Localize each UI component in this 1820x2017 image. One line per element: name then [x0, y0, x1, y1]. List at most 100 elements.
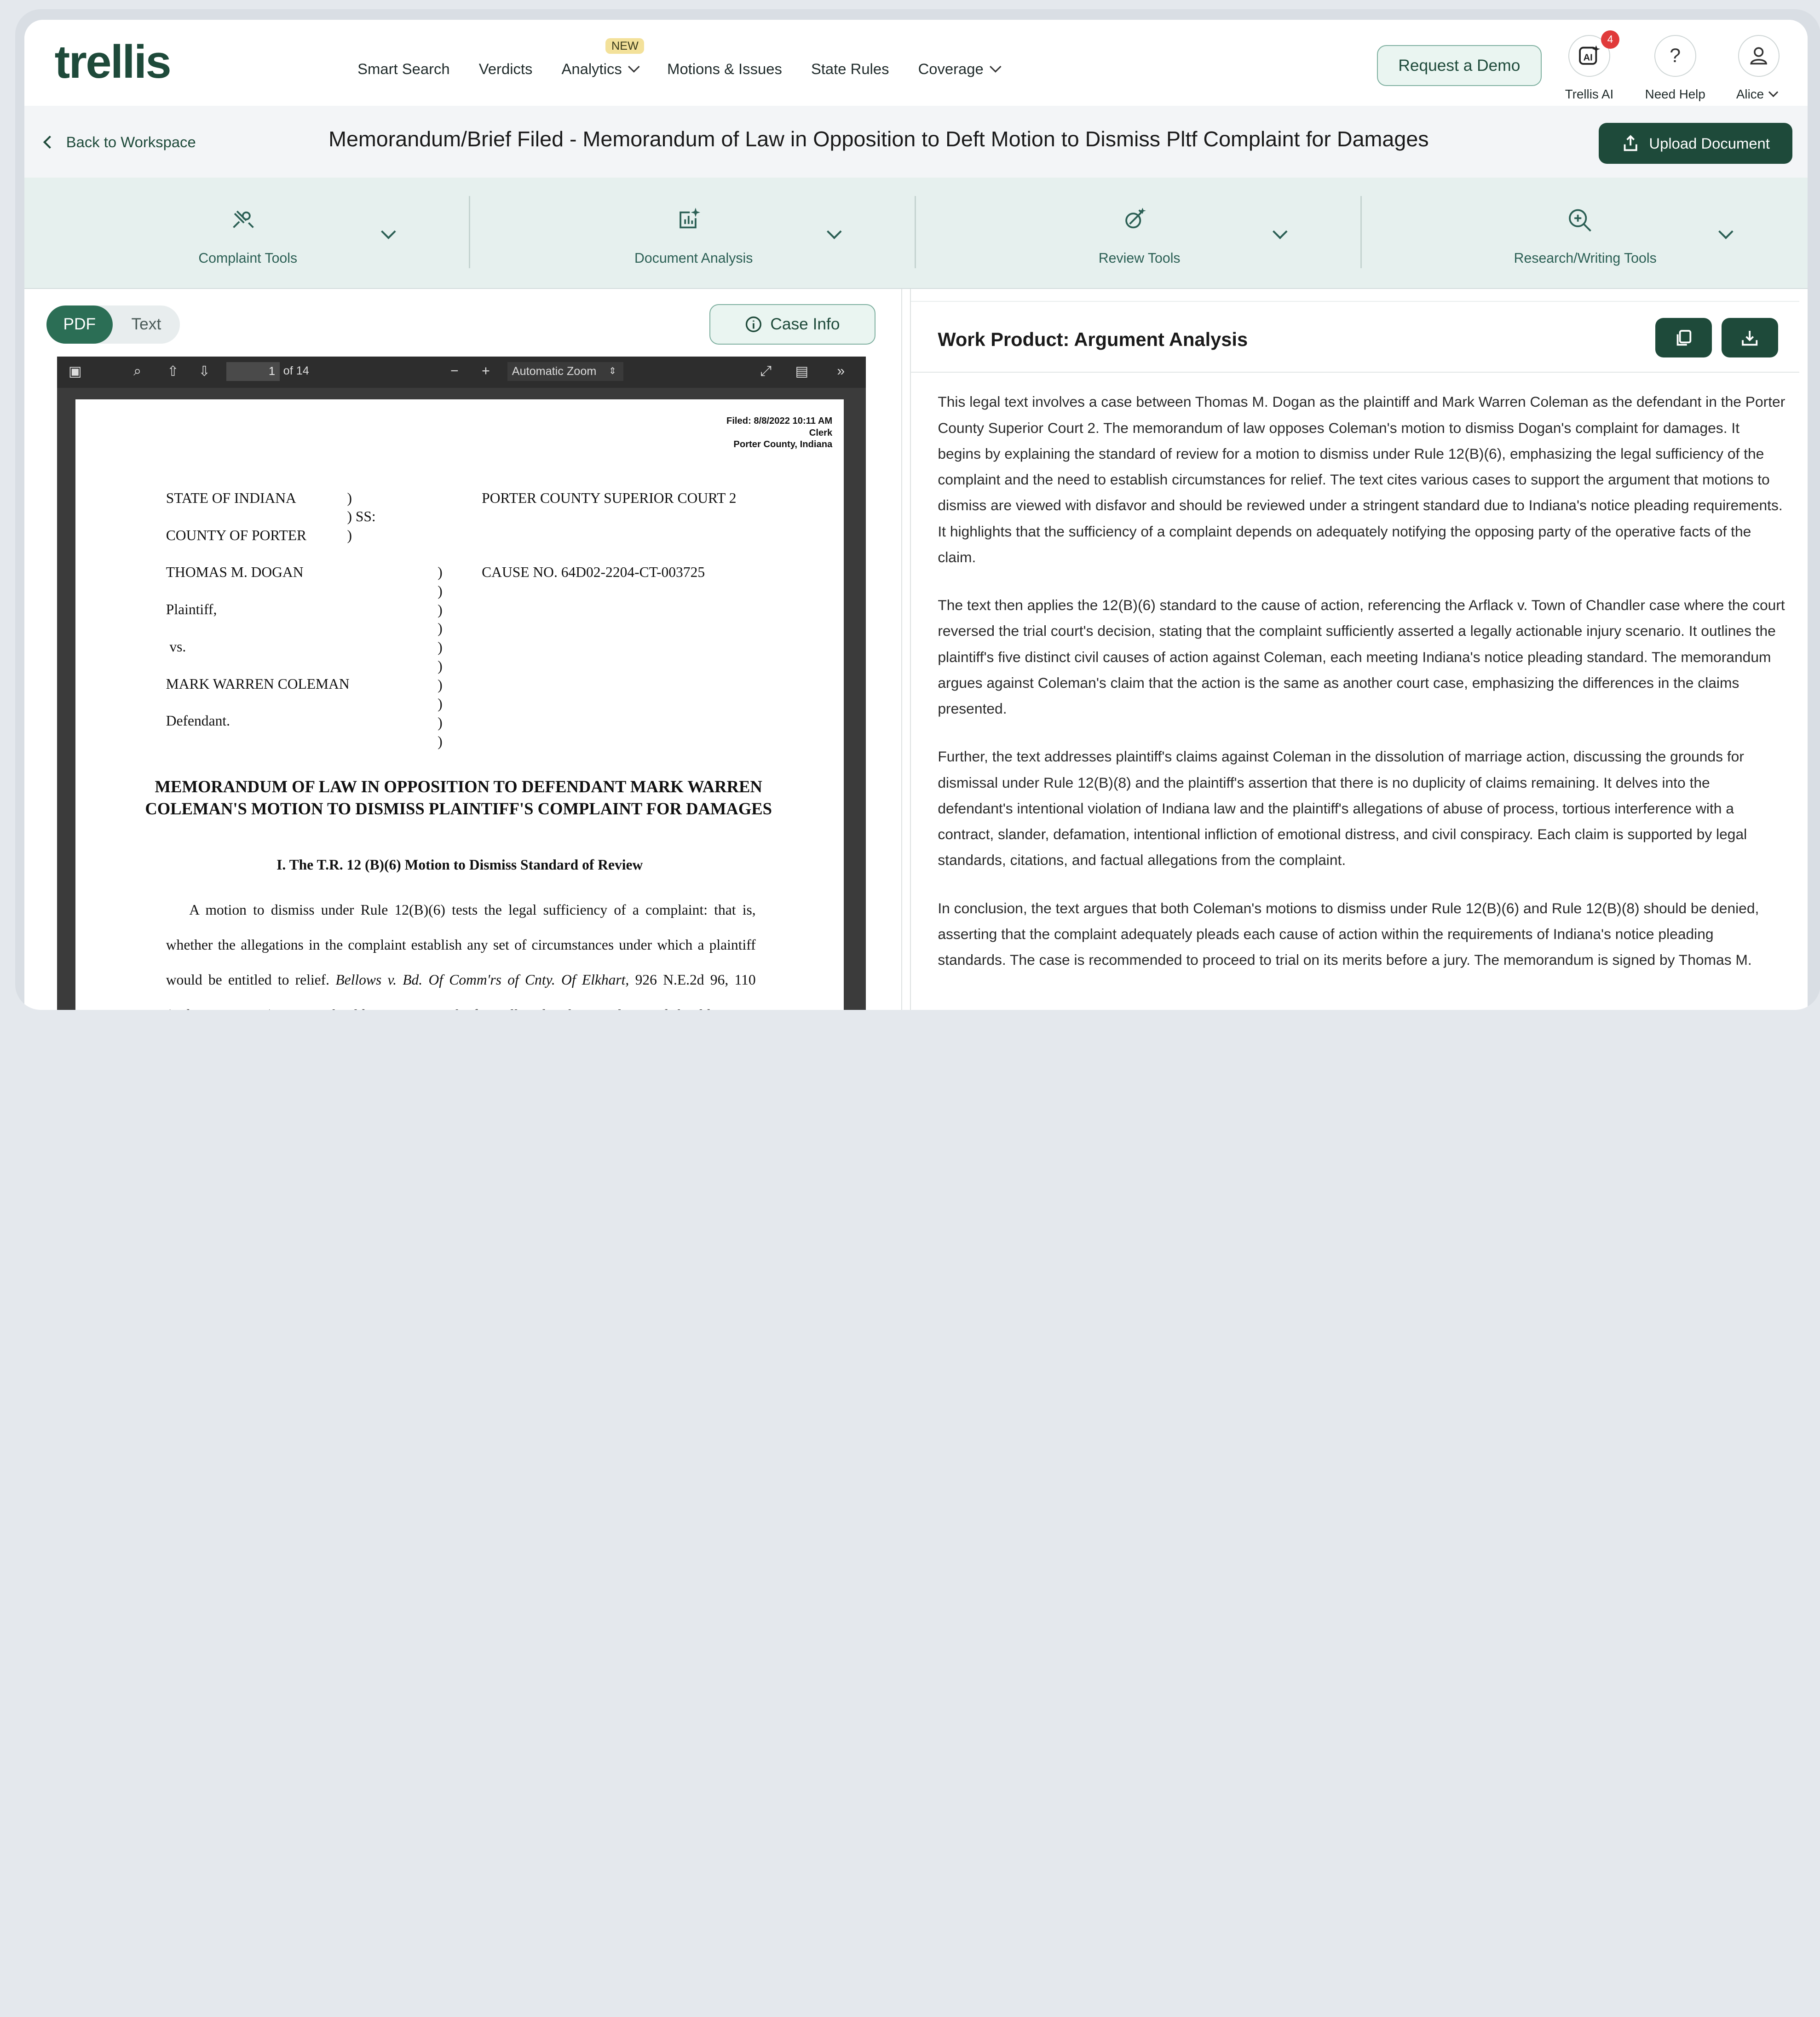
text-tab[interactable]: Text [113, 305, 180, 344]
memorandum-paragraph: A motion to dismiss under Rule 12(B)(6) … [166, 893, 756, 1010]
nav-smart-search[interactable]: Smart Search [357, 60, 450, 78]
tool-label: Document Analysis [634, 251, 753, 266]
page-title: Memorandum/Brief Filed - Memorandum of L… [328, 127, 1429, 151]
nav-label: Smart Search [357, 60, 450, 78]
complaint-tools-icon [232, 210, 254, 228]
zoom-in-icon[interactable]: + [482, 363, 490, 379]
case-info-button[interactable]: Case Info [709, 304, 875, 345]
nav-coverage[interactable]: Coverage [918, 60, 1002, 78]
defendant-name: MARK WARREN COLEMAN [166, 675, 350, 692]
versus: vs. [169, 638, 186, 655]
help-button[interactable]: ? [1654, 35, 1696, 77]
nav-label: Coverage [918, 60, 984, 78]
zoom-out-icon[interactable]: − [450, 363, 459, 379]
more-tools-icon[interactable]: » [837, 363, 845, 379]
court-line: PORTER COUNTY SUPERIOR COURT 2 [482, 490, 737, 506]
document-analysis-icon [679, 207, 700, 229]
chevron-down-icon [380, 224, 396, 239]
back-to-workspace-link[interactable]: Back to Workspace [43, 133, 196, 151]
copy-button[interactable] [1655, 317, 1712, 357]
plaintiff-role: Plaintiff, [166, 601, 217, 618]
view-toggle: PDF Text [46, 305, 180, 344]
filed-clerk: Clerk [809, 427, 833, 438]
tools-bar: Complaint Tools Document Analysis Review… [24, 178, 1808, 289]
upload-icon [1624, 135, 1637, 151]
nav-state-rules[interactable]: State Rules [811, 60, 889, 78]
pdf-tab[interactable]: PDF [46, 305, 113, 344]
work-product-title: Work Product: Argument Analysis [938, 328, 1248, 350]
case-info-label: Case Info [770, 315, 840, 334]
plaintiff-name: THOMAS M. DOGAN [166, 564, 304, 581]
previous-page-icon[interactable]: ⇧ [167, 363, 179, 380]
chevron-down-icon [1718, 224, 1734, 239]
nav-label: State Rules [811, 60, 889, 78]
tool-label: Review Tools [1098, 251, 1181, 266]
nav-label: Analytics [561, 60, 622, 78]
county-line: COUNTY OF PORTER [166, 527, 307, 543]
document-pane: PDF Text Case Info ▣ ⌕ ⇧ ⇩ 1 of 14 − + A… [24, 289, 902, 1010]
page-number-input[interactable]: 1 [226, 362, 280, 381]
state-line: STATE OF INDIANA [166, 490, 296, 506]
chevron-down-icon [1768, 87, 1778, 97]
work-product-pane: Work Product: Argument Analysis This leg… [910, 289, 1808, 1010]
user-menu[interactable]: Alice [1710, 87, 1803, 102]
caption-paren: ) [347, 527, 352, 543]
memorandum-heading: MEMORANDUM OF LAW IN OPPOSITION TO DEFEN… [145, 777, 772, 818]
ss-line: ) SS: [347, 508, 376, 525]
request-demo-button[interactable]: Request a Demo [1377, 45, 1542, 86]
filed-stamp: Filed: 8/8/2022 10:11 AM Clerk Porter Co… [726, 415, 832, 450]
info-icon [745, 317, 761, 333]
user-icon [1750, 47, 1768, 65]
research-writing-icon [1568, 209, 1591, 232]
nav-label: Motions & Issues [667, 60, 782, 78]
back-label: Back to Workspace [66, 133, 196, 151]
nav-label: Verdicts [478, 60, 533, 78]
research-writing-tools-menu[interactable]: Research/Writing Tools [1362, 178, 1808, 289]
upload-label: Upload Document [1649, 134, 1770, 152]
review-tools-menu[interactable]: Review Tools [916, 178, 1363, 289]
filed-date: Filed: 8/8/2022 10:11 AM [726, 416, 833, 426]
analysis-paragraph: The text then applies the 12(B)(6) stand… [938, 597, 1785, 717]
chevron-left-icon [43, 135, 57, 149]
document-header: Back to Workspace Memorandum/Brief Filed… [24, 105, 1808, 178]
pdf-viewer[interactable]: ▣ ⌕ ⇧ ⇩ 1 of 14 − + Automatic Zoom ⇕ ⤢ ▤… [57, 356, 866, 1010]
chevron-down-icon [628, 61, 640, 73]
nav-motions-issues[interactable]: Motions & Issues [667, 60, 782, 78]
page-count: of 14 [283, 364, 309, 378]
document-analysis-menu[interactable]: Document Analysis [470, 178, 917, 289]
upload-document-button[interactable]: Upload Document [1598, 123, 1793, 164]
argument-analysis-text: This legal text involves a case between … [938, 389, 1785, 995]
work-product-header: Work Product: Argument Analysis [911, 300, 1799, 373]
next-page-icon[interactable]: ⇩ [198, 363, 210, 380]
tool-label: Research/Writing Tools [1514, 251, 1657, 266]
browser-frame: trellis Smart Search Verdicts NEW Analyt… [15, 9, 1820, 1010]
caption-paren: ) [347, 490, 352, 506]
filed-county: Porter County, Indiana [733, 439, 833, 450]
chevron-down-icon [826, 224, 842, 239]
help-label: Need Help [1645, 87, 1705, 102]
zoom-select[interactable]: Automatic Zoom ⇕ [507, 362, 624, 381]
main-nav: Smart Search Verdicts NEW Analytics Moti… [357, 38, 1029, 78]
tool-label: Complaint Tools [198, 251, 298, 266]
analysis-paragraph: Further, the text addresses plaintiff's … [938, 748, 1747, 869]
download-icon [1742, 330, 1758, 346]
download-button[interactable] [1721, 317, 1779, 357]
trellis-logo[interactable]: trellis [55, 36, 172, 89]
open-file-icon[interactable]: ▤ [795, 363, 808, 380]
review-tools-icon [1125, 207, 1146, 229]
search-icon[interactable]: ⌕ [133, 363, 141, 380]
cause-number: CAUSE NO. 64D02-2204-CT-003725 [482, 564, 705, 581]
pdf-page: Filed: 8/8/2022 10:11 AM Clerk Porter Co… [75, 399, 844, 1010]
complaint-tools-menu[interactable]: Complaint Tools [24, 178, 472, 289]
user-avatar-button[interactable] [1738, 35, 1780, 77]
notification-badge: 4 [1601, 30, 1620, 49]
section-heading: I. The T.R. 12 (B)(6) Motion to Dismiss … [276, 857, 643, 873]
sidebar-toggle-icon[interactable]: ▣ [69, 363, 82, 380]
new-badge: NEW [605, 38, 645, 54]
top-navigation: trellis Smart Search Verdicts NEW Analyt… [24, 19, 1808, 106]
chevron-down-icon [990, 61, 1002, 73]
pdf-toolbar: ▣ ⌕ ⇧ ⇩ 1 of 14 − + Automatic Zoom ⇕ ⤢ ▤… [57, 356, 866, 388]
nav-analytics[interactable]: NEW Analytics [561, 38, 645, 78]
nav-verdicts[interactable]: Verdicts [479, 60, 533, 78]
fullscreen-icon[interactable]: ⤢ [760, 363, 772, 380]
